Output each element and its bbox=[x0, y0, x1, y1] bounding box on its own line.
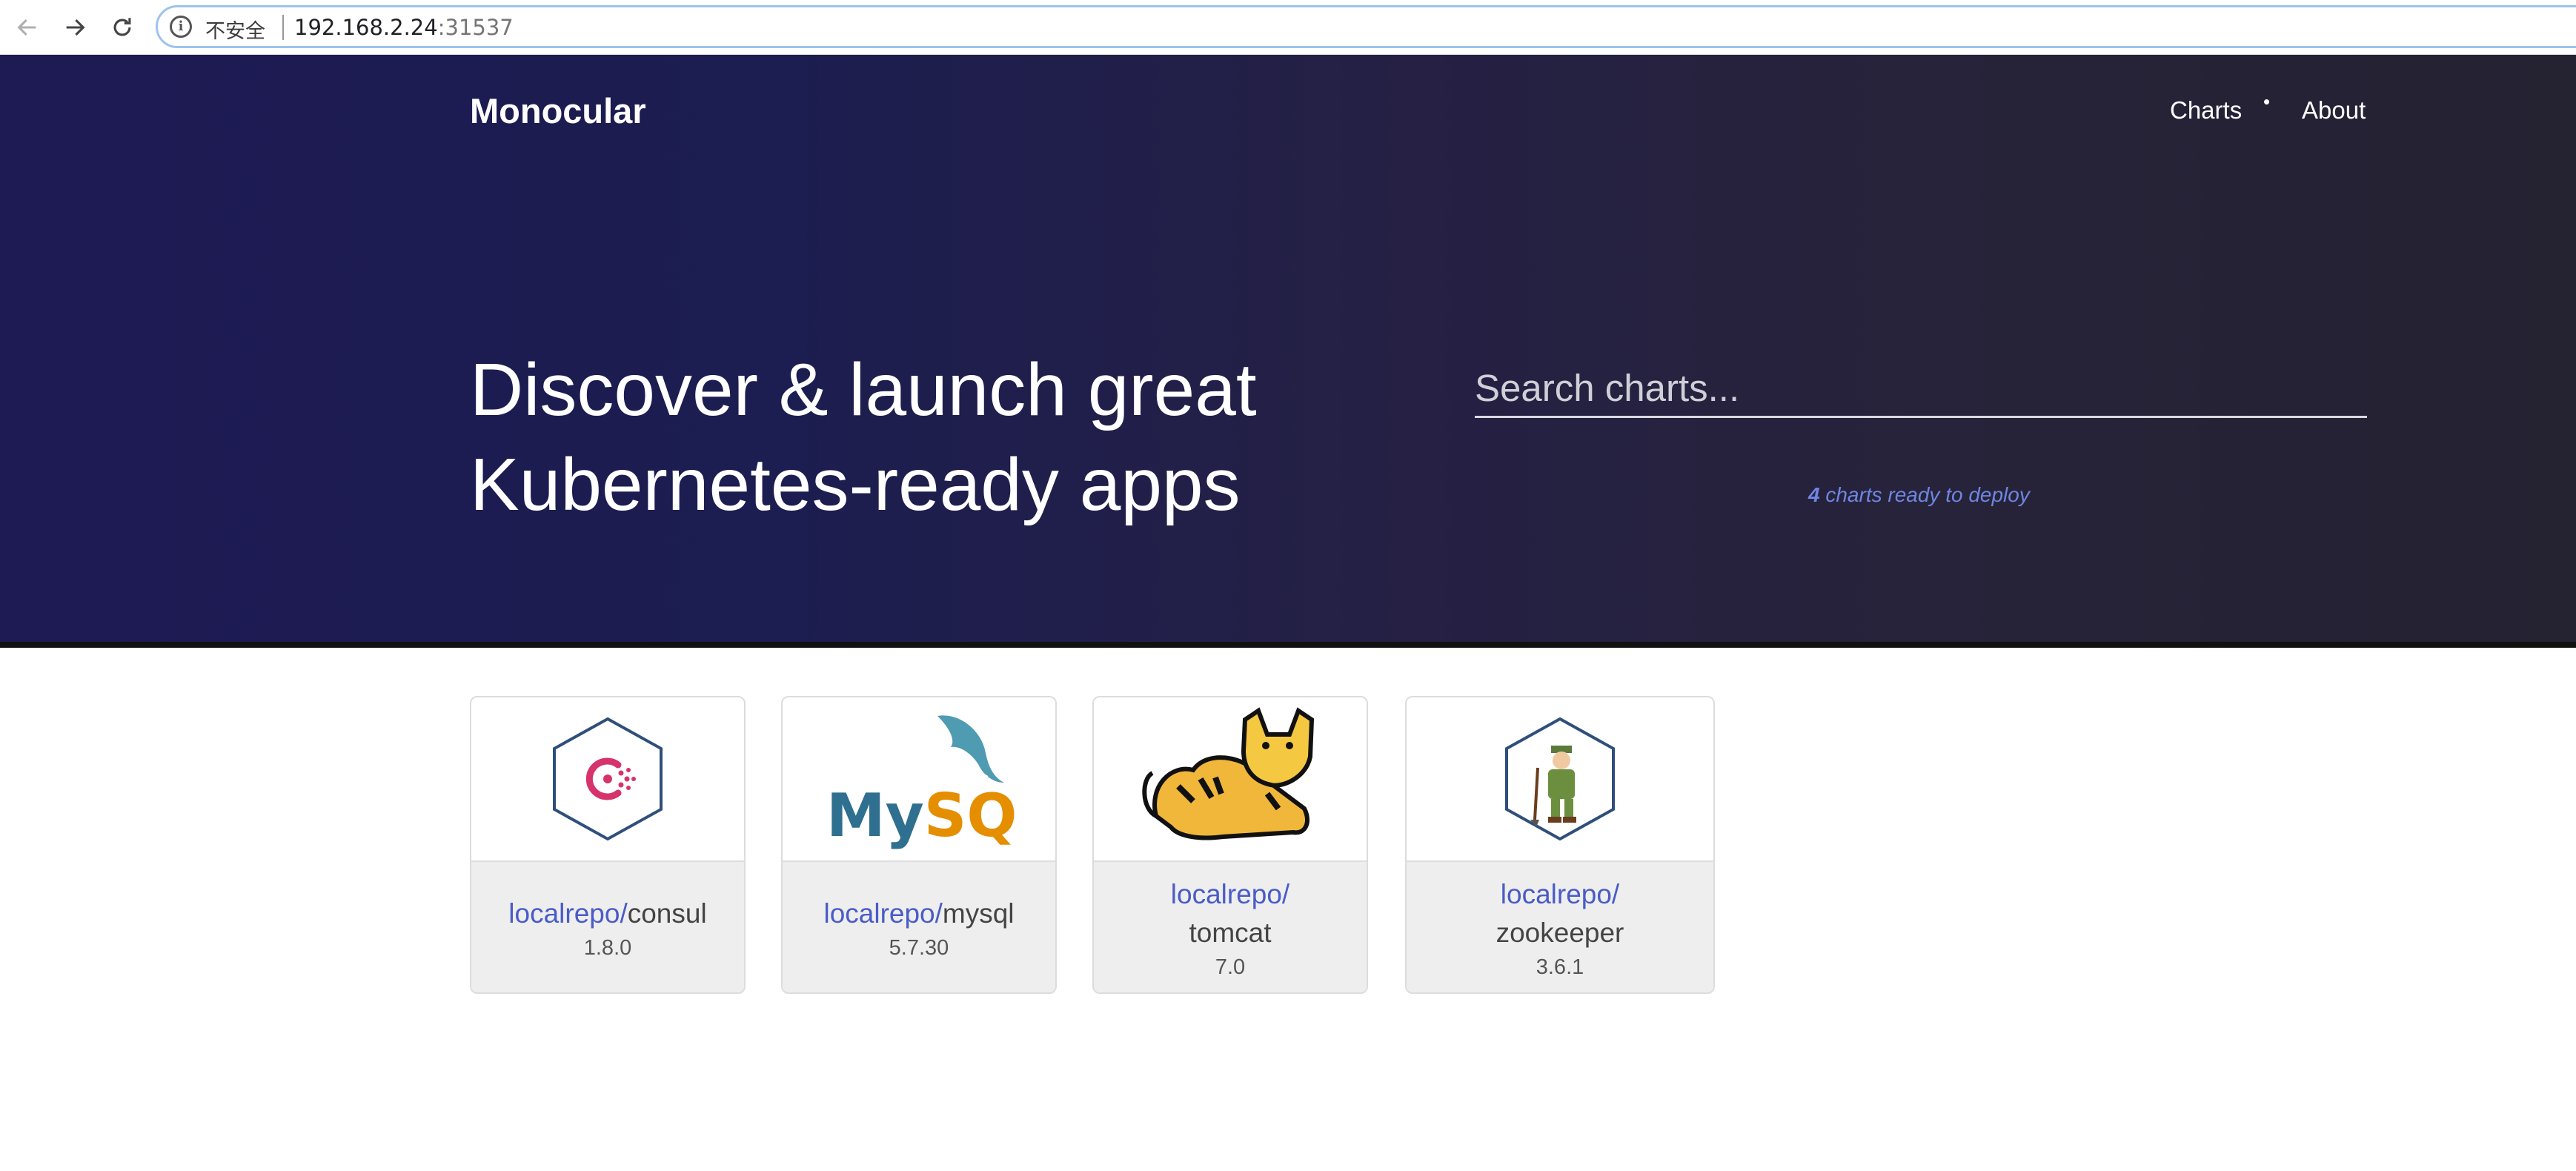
hero-section: Monocular Charts • About Discover & laun… bbox=[0, 55, 2576, 648]
chart-repo: localrepo/ bbox=[823, 898, 943, 929]
url-host: 192.168.2.24 bbox=[294, 15, 438, 40]
charts-count-text: charts ready to deploy bbox=[1819, 483, 2030, 506]
chart-card-body: localrepo/tomcat 7.0 bbox=[1094, 860, 1367, 992]
page-headline: Discover & launch great Kubernetes-ready… bbox=[470, 342, 1285, 532]
mysql-logo-icon: MySQL bbox=[826, 715, 1019, 849]
chart-card-body: localrepo/mysql 5.7.30 bbox=[783, 860, 1055, 992]
chart-card-body: localrepo/consul 1.8.0 bbox=[471, 860, 744, 992]
hero-divider bbox=[0, 642, 2576, 648]
charts-count: 4 charts ready to deploy bbox=[1808, 483, 2030, 507]
chart-name: tomcat bbox=[1189, 918, 1272, 948]
security-label: 不安全 bbox=[205, 20, 265, 43]
url-text[interactable]: 192.168.2.24:31537 bbox=[294, 15, 514, 40]
address-separator bbox=[282, 15, 284, 40]
chart-card-zookeeper[interactable]: localrepo/zookeeper 3.6.1 bbox=[1405, 696, 1715, 994]
chart-title[interactable]: localrepo/mysql bbox=[783, 895, 1055, 933]
tomcat-logo-icon bbox=[1142, 707, 1315, 840]
consul-logo-icon bbox=[553, 717, 663, 841]
chart-logo bbox=[1407, 697, 1713, 860]
chart-repo: localrepo/ bbox=[1500, 879, 1620, 909]
chart-title[interactable]: localrepo/tomcat bbox=[1094, 875, 1367, 952]
arrow-right-icon bbox=[66, 19, 85, 36]
chart-card-body: localrepo/zookeeper 3.6.1 bbox=[1407, 860, 1713, 992]
search-charts-input[interactable] bbox=[1475, 360, 2367, 418]
url-port: :31537 bbox=[437, 15, 514, 40]
chart-repo: localrepo/ bbox=[508, 898, 628, 929]
brand-logo[interactable]: Monocular bbox=[470, 90, 646, 131]
chart-logo: MySQL bbox=[783, 697, 1055, 860]
nav-charts-link[interactable]: Charts bbox=[2170, 96, 2242, 125]
chart-logo bbox=[1094, 697, 1367, 860]
chart-title[interactable]: localrepo/zookeeper bbox=[1407, 875, 1713, 952]
zookeeper-logo-icon bbox=[1505, 717, 1615, 841]
reload-button[interactable] bbox=[104, 9, 141, 46]
back-button[interactable] bbox=[9, 9, 46, 46]
arrow-left-icon bbox=[17, 19, 36, 36]
browser-toolbar: i 不安全 192.168.2.24:31537 bbox=[0, 0, 2576, 55]
charts-count-number: 4 bbox=[1808, 483, 1820, 506]
address-bar[interactable]: i 不安全 192.168.2.24:31537 bbox=[156, 5, 2576, 48]
chart-name: mysql bbox=[942, 898, 1015, 929]
chart-version: 1.8.0 bbox=[583, 936, 632, 960]
chart-version: 7.0 bbox=[1215, 955, 1246, 979]
chart-version: 3.6.1 bbox=[1536, 955, 1584, 979]
chart-card-consul[interactable]: localrepo/consul 1.8.0 bbox=[470, 696, 746, 994]
chart-card-mysql[interactable]: MySQL localrepo/mysql 5.7.30 bbox=[781, 696, 1057, 994]
nav-separator: • bbox=[2263, 90, 2271, 113]
headline-line-1: Discover & launch great bbox=[470, 348, 1257, 431]
nav-about-link[interactable]: About bbox=[2302, 96, 2366, 125]
chart-logo bbox=[471, 697, 744, 860]
chart-name: zookeeper bbox=[1496, 918, 1624, 948]
chart-card-tomcat[interactable]: localrepo/tomcat 7.0 bbox=[1092, 696, 1368, 994]
forward-button[interactable] bbox=[56, 9, 93, 46]
reload-icon bbox=[113, 18, 131, 36]
info-icon[interactable]: i bbox=[170, 16, 192, 38]
headline-line-2: Kubernetes-ready apps bbox=[470, 443, 1241, 526]
chart-name: consul bbox=[627, 898, 707, 929]
chart-title[interactable]: localrepo/consul bbox=[471, 895, 744, 933]
chart-repo: localrepo/ bbox=[1170, 879, 1290, 909]
chart-version: 5.7.30 bbox=[889, 936, 949, 960]
mysql-logo-text: MySQL bbox=[826, 781, 1019, 849]
